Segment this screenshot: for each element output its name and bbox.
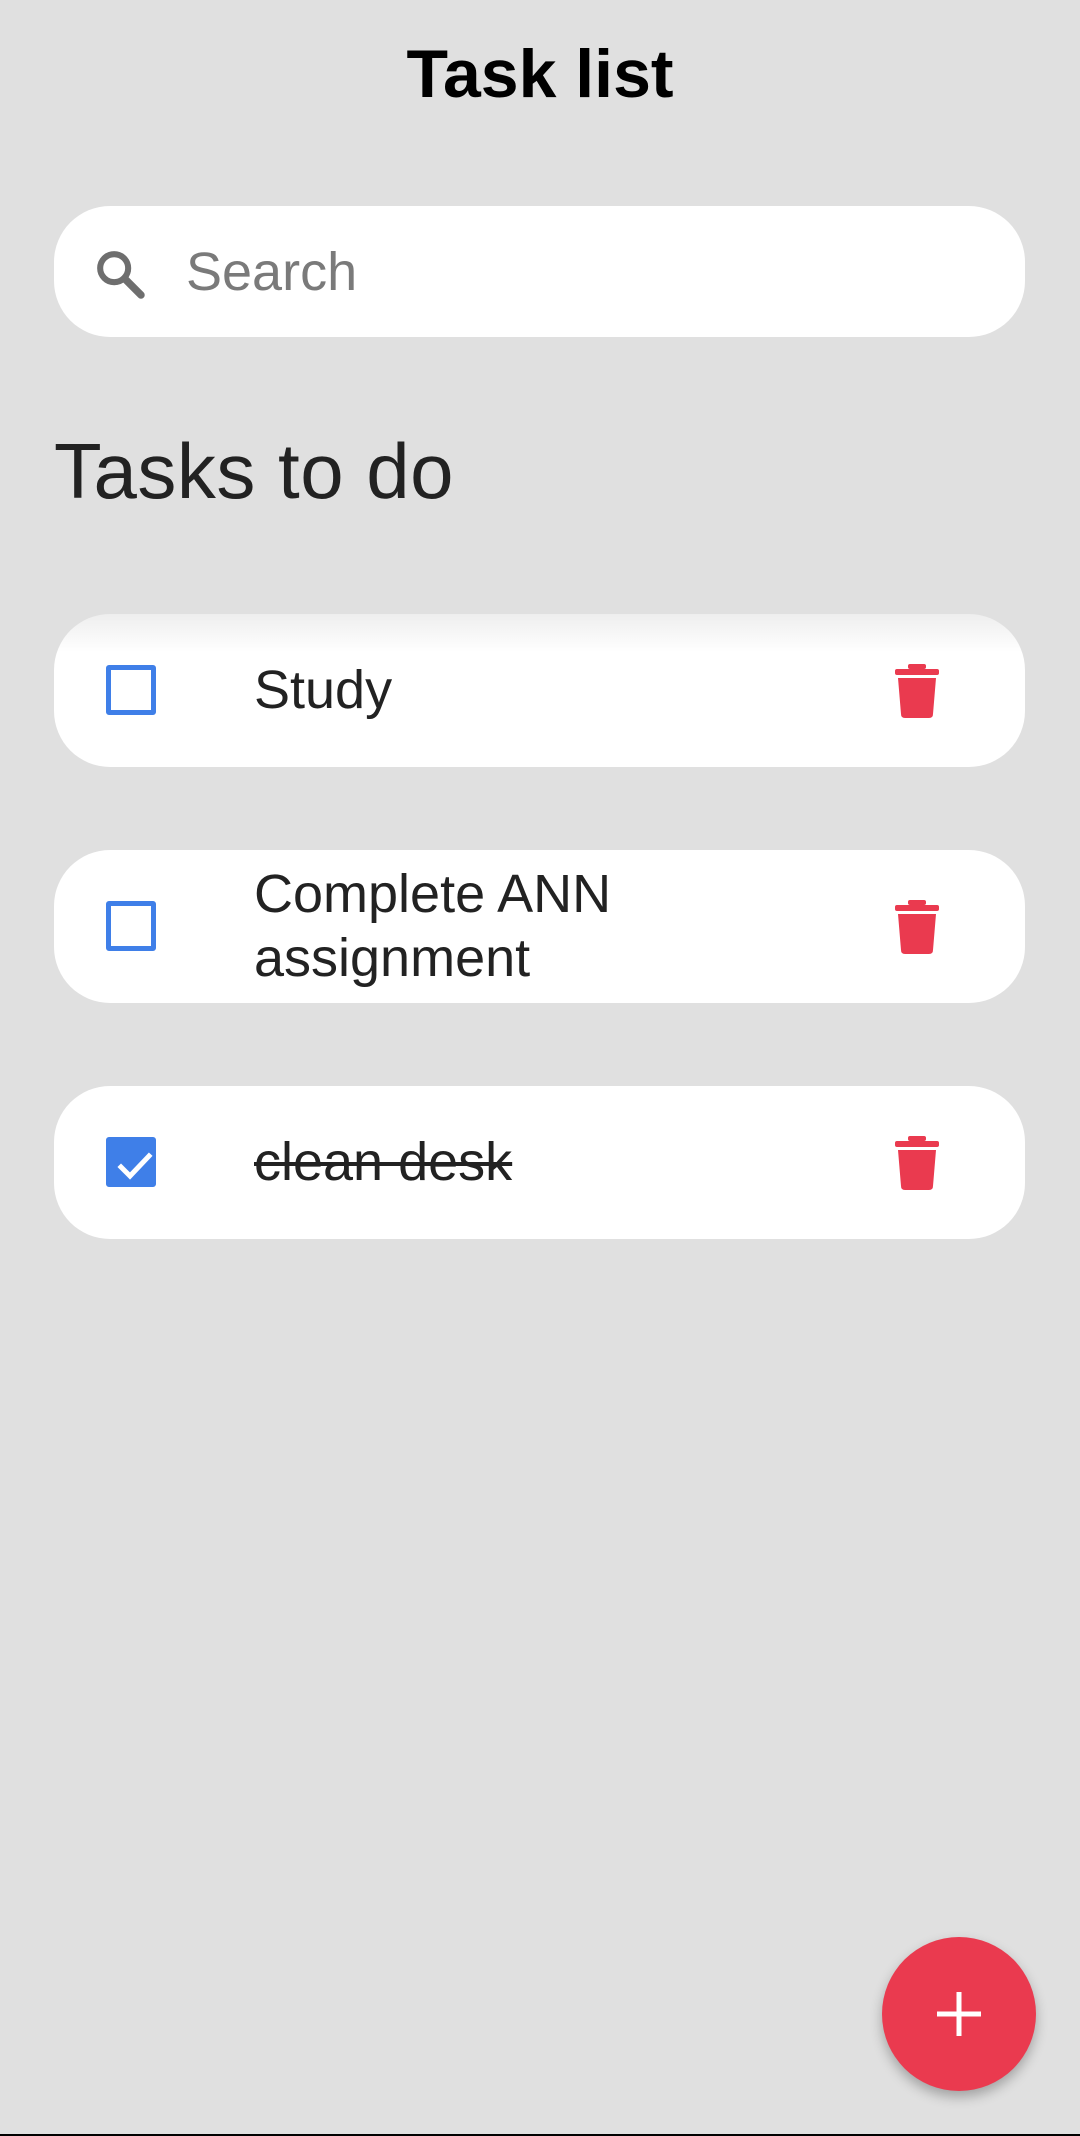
delete-icon[interactable] <box>893 900 941 954</box>
add-task-button[interactable] <box>882 1937 1036 2091</box>
plus-icon <box>937 1992 981 2036</box>
page-title: Task list <box>406 36 674 112</box>
delete-icon[interactable] <box>893 664 941 718</box>
task-checkbox[interactable] <box>106 901 156 951</box>
search-icon <box>92 246 148 302</box>
section-heading: Tasks to do <box>54 427 455 515</box>
check-icon <box>117 1152 153 1180</box>
task-card[interactable]: clean desk <box>54 1086 1025 1239</box>
delete-icon[interactable] <box>893 1136 941 1190</box>
task-label: Complete ANN assignment <box>254 864 612 988</box>
task-card[interactable]: Complete ANN assignment <box>54 850 1025 1003</box>
search-input[interactable] <box>186 236 986 308</box>
task-card[interactable]: Study <box>54 614 1025 767</box>
task-checkbox[interactable] <box>106 1137 156 1187</box>
task-checkbox[interactable] <box>106 665 156 715</box>
task-label: clean desk <box>254 1132 513 1192</box>
task-label: Study <box>254 660 393 720</box>
